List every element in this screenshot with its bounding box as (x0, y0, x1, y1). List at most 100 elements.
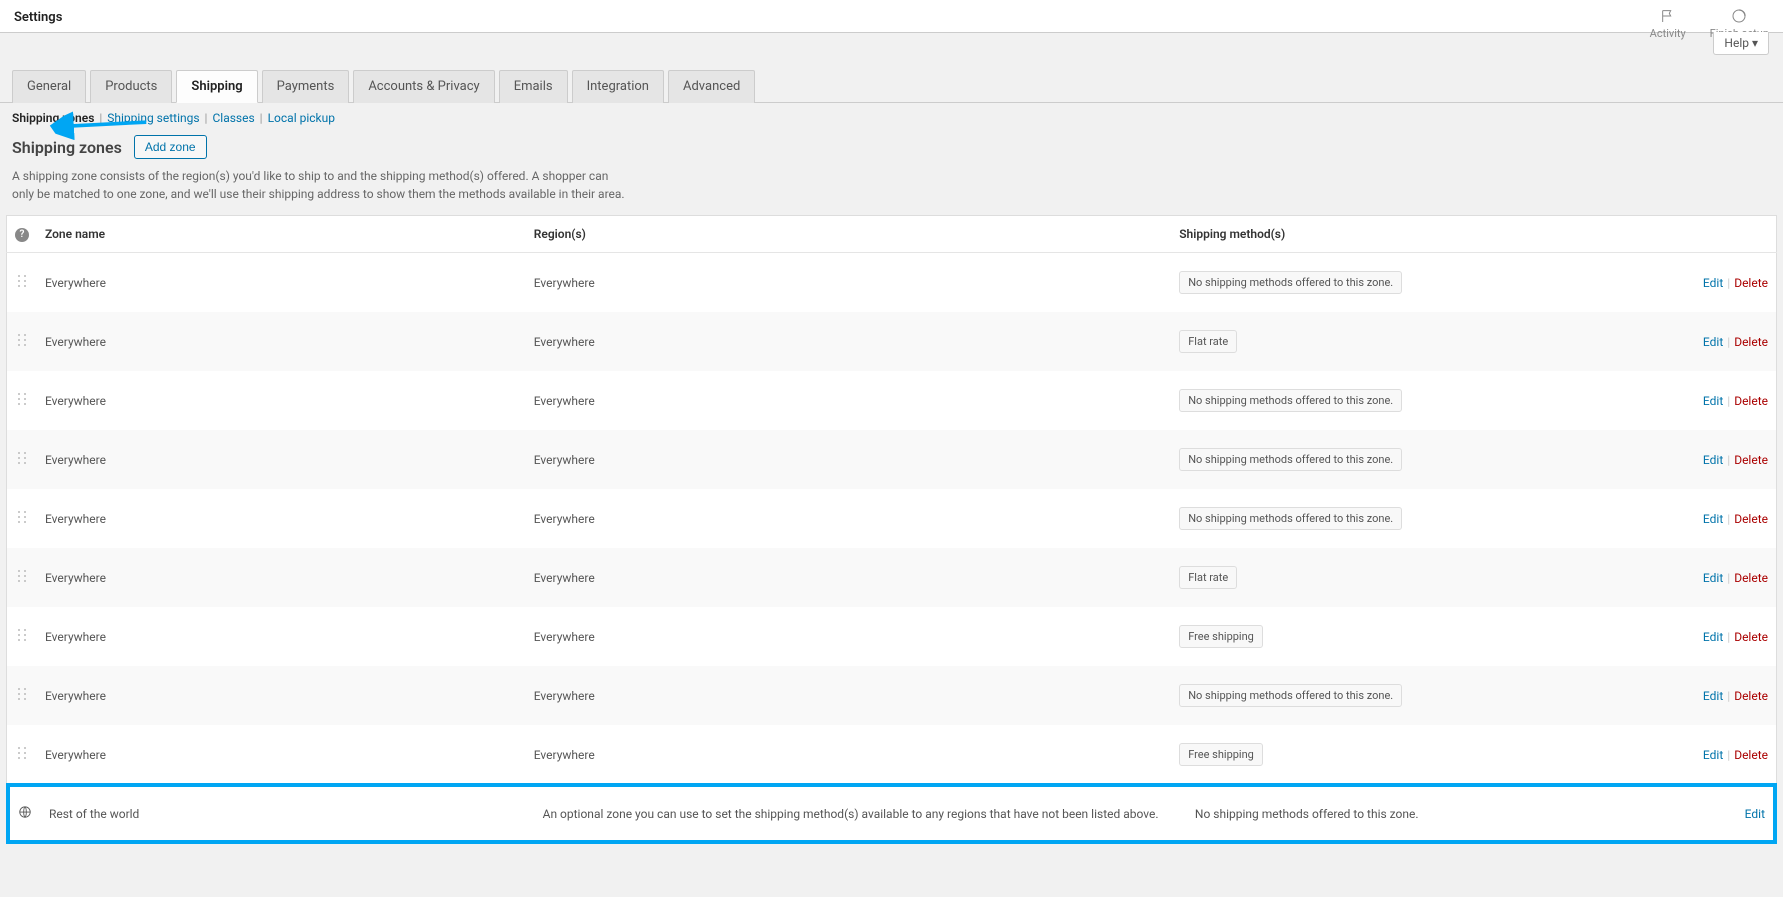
delete-link[interactable]: Delete (1734, 571, 1768, 585)
help-tab-row: Help ▾ (0, 33, 1783, 55)
method-badge: No shipping methods offered to this zone… (1179, 448, 1402, 471)
activity-button[interactable]: Activity (1650, 8, 1686, 40)
zone-actions-cell: Edit | Delete (1695, 253, 1777, 313)
tab-shipping[interactable]: Shipping (176, 70, 257, 103)
edit-link[interactable]: Edit (1703, 453, 1723, 467)
edit-link[interactable]: Edit (1745, 807, 1765, 821)
progress-circle-icon (1731, 8, 1747, 27)
add-zone-button[interactable]: Add zone (134, 135, 207, 159)
action-sep: | (1727, 276, 1730, 290)
edit-link[interactable]: Edit (1703, 571, 1723, 585)
action-sep: | (1727, 689, 1730, 703)
zone-name-cell[interactable]: Everywhere (37, 371, 526, 430)
zone-name-cell[interactable]: Everywhere (37, 489, 526, 548)
drag-handle[interactable] (7, 725, 38, 785)
zone-method-cell: Free shipping (1171, 725, 1695, 785)
action-sep: | (1727, 394, 1730, 408)
globe-icon (18, 808, 32, 822)
method-badge: Flat rate (1179, 330, 1237, 353)
zone-region-cell: Everywhere (526, 371, 1171, 430)
tab-advanced[interactable]: Advanced (668, 70, 755, 103)
zone-actions-cell: Edit | Delete (1695, 725, 1777, 785)
zone-name-cell[interactable]: Everywhere (37, 607, 526, 666)
drag-handle[interactable] (7, 489, 38, 548)
tab-products[interactable]: Products (90, 70, 172, 103)
delete-link[interactable]: Delete (1734, 335, 1768, 349)
delete-link[interactable]: Delete (1734, 630, 1768, 644)
method-badge: No shipping methods offered to this zone… (1179, 389, 1402, 412)
edit-link[interactable]: Edit (1703, 276, 1723, 290)
edit-link[interactable]: Edit (1703, 335, 1723, 349)
table-row: EverywhereEverywhereNo shipping methods … (7, 666, 1777, 725)
table-row: EverywhereEverywhere No shipping methods … (7, 253, 1777, 313)
drag-icon (17, 569, 27, 583)
zone-name-cell[interactable]: Everywhere (37, 725, 526, 785)
subnav-classes[interactable]: Classes (212, 111, 254, 125)
drag-handle[interactable] (7, 666, 38, 725)
flag-icon (1660, 8, 1676, 27)
zone-method-cell: No shipping methods offered to this zone… (1171, 253, 1695, 313)
rest-of-world-method: No shipping methods offered to this zone… (1187, 787, 1716, 840)
drag-handle[interactable] (7, 312, 38, 371)
tab-integration[interactable]: Integration (572, 70, 664, 103)
delete-link[interactable]: Delete (1734, 748, 1768, 762)
method-badge: No shipping methods offered to this zone… (1179, 507, 1402, 530)
zone-name-cell[interactable]: Everywhere (37, 430, 526, 489)
zone-actions-cell: Edit|Delete (1695, 489, 1777, 548)
drag-icon (17, 510, 27, 524)
drag-handle[interactable] (7, 430, 38, 489)
action-sep: | (1727, 630, 1730, 644)
drag-icon (17, 628, 27, 642)
table-row: EverywhereEverywhereFree shippingEdit|De… (7, 607, 1777, 666)
subnav-local-pickup[interactable]: Local pickup (268, 111, 335, 125)
subnav-sep: | (260, 111, 263, 125)
zone-method-cell: No shipping methods offered to this zone… (1171, 666, 1695, 725)
zone-name-cell[interactable]: Everywhere (37, 253, 526, 313)
edit-link[interactable]: Edit (1703, 630, 1723, 644)
zone-actions-cell: Edit|Delete (1695, 430, 1777, 489)
edit-link[interactable]: Edit (1703, 748, 1723, 762)
tab-general[interactable]: General (12, 70, 86, 103)
drag-handle[interactable] (7, 548, 38, 607)
table-row: EverywhereEverywhereFlat rateEdit|Delete (7, 548, 1777, 607)
help-dropdown[interactable]: Help ▾ (1713, 32, 1769, 55)
delete-link[interactable]: Delete (1734, 394, 1768, 408)
subnav-shipping-settings[interactable]: Shipping settings (107, 111, 199, 125)
subnav-shipping-zones[interactable]: Shipping zones (12, 111, 94, 125)
edit-link[interactable]: Edit (1703, 394, 1723, 408)
drag-handle[interactable] (7, 371, 38, 430)
drag-icon (17, 392, 27, 406)
table-row: EverywhereEverywhereNo shipping methods … (7, 430, 1777, 489)
zone-region-cell: Everywhere (526, 666, 1171, 725)
zone-method-cell: Free shipping (1171, 607, 1695, 666)
edit-link[interactable]: Edit (1703, 512, 1723, 526)
settings-tabs-row: GeneralProductsShippingPaymentsAccounts … (0, 69, 1783, 103)
rest-of-world-name[interactable]: Rest of the world (41, 787, 535, 840)
drag-handle[interactable] (7, 253, 38, 313)
zone-name-cell[interactable]: Everywhere (37, 666, 526, 725)
help-icon[interactable]: ? (15, 228, 29, 242)
tab-accounts-privacy[interactable]: Accounts & Privacy (353, 70, 494, 103)
zone-method-cell: Flat rate (1171, 312, 1695, 371)
zone-name-cell[interactable]: Everywhere (37, 312, 526, 371)
edit-link[interactable]: Edit (1703, 689, 1723, 703)
delete-link[interactable]: Delete (1734, 689, 1768, 703)
delete-link[interactable]: Delete (1734, 276, 1768, 290)
zone-region-cell: Everywhere (526, 253, 1171, 313)
drag-icon (17, 333, 27, 347)
action-sep: | (1727, 748, 1730, 762)
action-sep: | (1727, 571, 1730, 585)
tab-payments[interactable]: Payments (262, 70, 350, 103)
method-badge: No shipping methods offered to this zone… (1179, 271, 1402, 294)
drag-handle[interactable] (7, 607, 38, 666)
rest-of-world-highlight: Rest of the world An optional zone you c… (6, 783, 1777, 844)
zone-actions-cell: Edit|Delete (1695, 312, 1777, 371)
zone-name-cell[interactable]: Everywhere (37, 548, 526, 607)
zone-actions-cell: Edit | Delete (1695, 548, 1777, 607)
tab-emails[interactable]: Emails (499, 70, 568, 103)
subnav-sep: | (99, 111, 102, 125)
delete-link[interactable]: Delete (1734, 512, 1768, 526)
zone-actions-cell: Edit | Delete (1695, 607, 1777, 666)
delete-link[interactable]: Delete (1734, 453, 1768, 467)
table-row: EverywhereEverywhereFree shippingEdit|De… (7, 725, 1777, 785)
